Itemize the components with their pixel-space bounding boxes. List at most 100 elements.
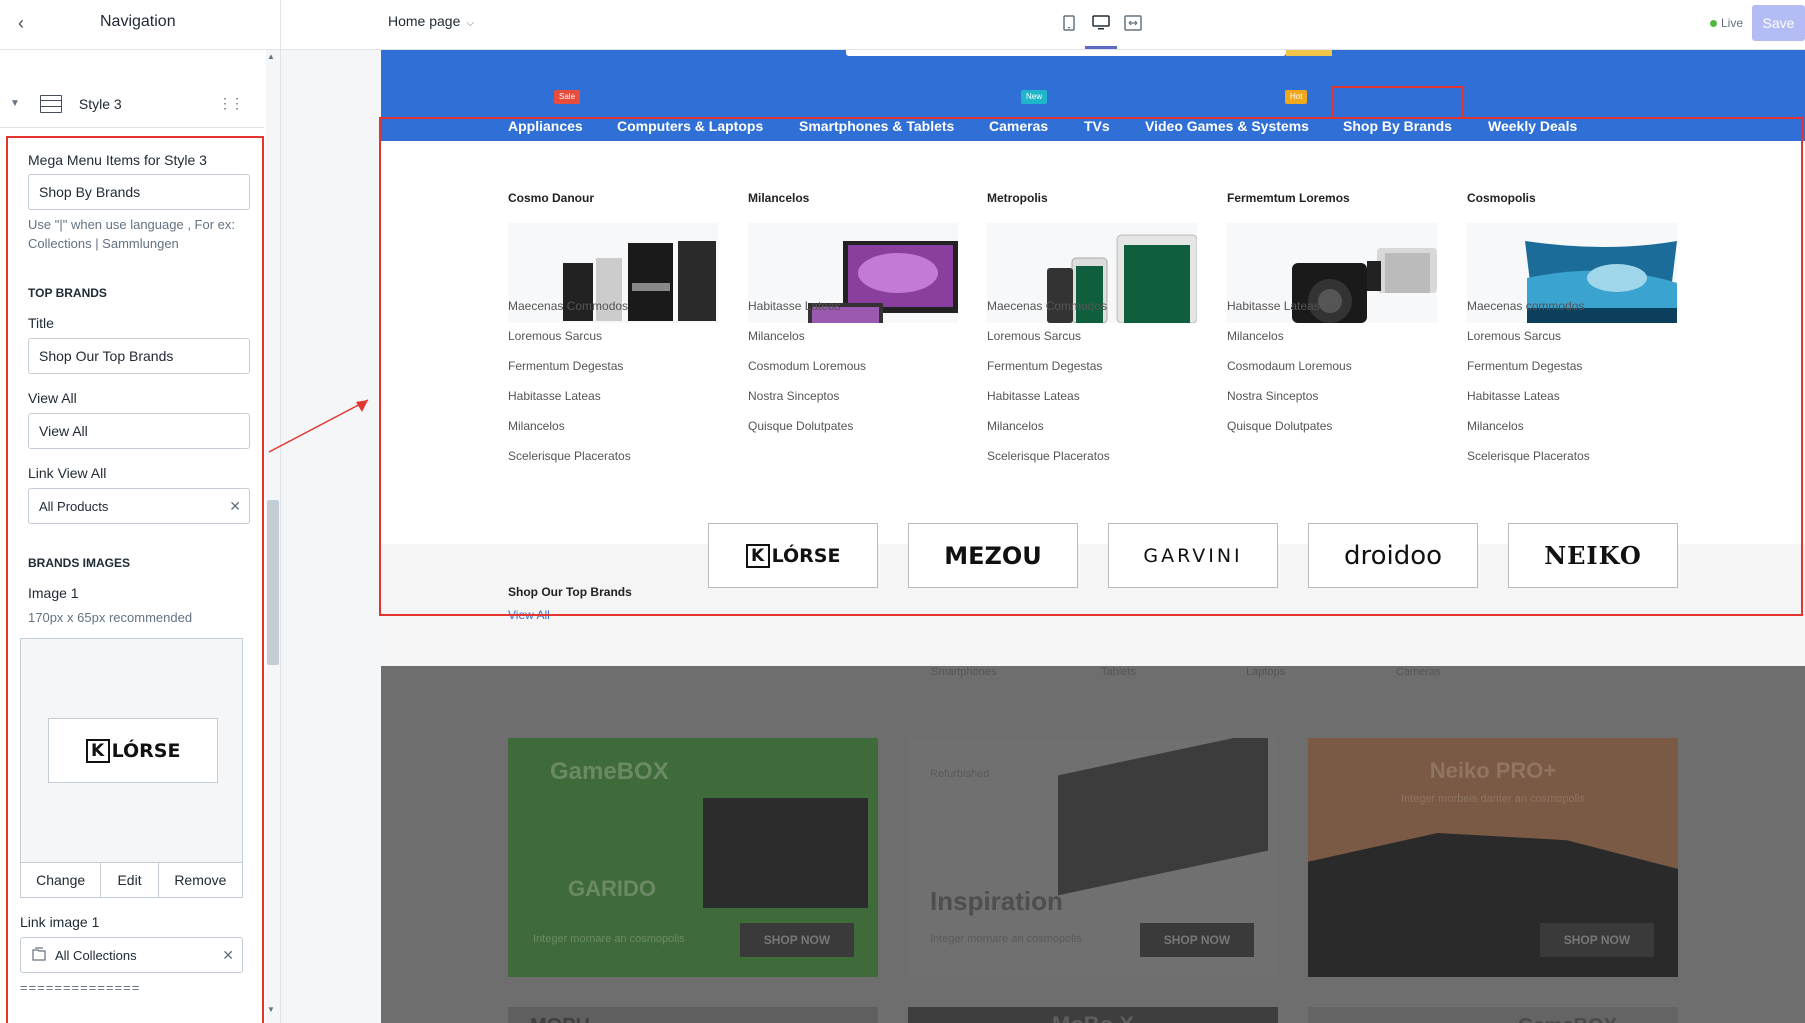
mega-link[interactable]: Milancelos bbox=[1467, 419, 1524, 433]
link-view-all-input[interactable]: All Products ✕ bbox=[28, 488, 250, 524]
nav-video-games[interactable]: Video Games & Systems bbox=[1145, 118, 1309, 134]
mega-link[interactable]: Loremous Sarcus bbox=[508, 329, 602, 343]
nav-smartphones-tablets[interactable]: Smartphones & Tablets bbox=[799, 118, 954, 134]
shop-now-button[interactable]: SHOP NOW bbox=[740, 923, 854, 957]
mega-link[interactable]: Cosmodum Loremous bbox=[748, 359, 866, 373]
mega-link[interactable]: Habitasse Lateas bbox=[1227, 299, 1320, 313]
image1-help: 170px x 65px recommended bbox=[28, 610, 193, 625]
change-image-button[interactable]: Change bbox=[21, 863, 102, 897]
brand-mezou[interactable]: MEZOU bbox=[908, 523, 1078, 588]
scroll-down-icon[interactable]: ▼ bbox=[267, 1005, 275, 1014]
link-image1-input[interactable]: All Collections ✕ bbox=[20, 937, 243, 973]
brand-droidoo-label: droidoo bbox=[1343, 540, 1443, 571]
mega-link[interactable]: Loremous Sarcus bbox=[1467, 329, 1561, 343]
mega-link[interactable]: Milancelos bbox=[987, 419, 1044, 433]
caret-down-icon[interactable]: ▼ bbox=[10, 98, 20, 109]
brands-images-heading: BRANDS IMAGES bbox=[28, 556, 131, 570]
link-image1-value: All Collections bbox=[55, 947, 137, 963]
mega-link[interactable]: Quisque Dolutpates bbox=[1227, 419, 1332, 433]
mega-link[interactable]: Cosmodaum Loremous bbox=[1227, 359, 1352, 373]
annotation-arrow bbox=[268, 399, 369, 453]
mega-link[interactable]: Fermentum Degestas bbox=[987, 359, 1102, 373]
mega-link[interactable]: Maecenas Commodos bbox=[987, 299, 1107, 313]
mega-link[interactable]: Nostra Sinceptos bbox=[748, 389, 839, 403]
edit-image-button[interactable]: Edit bbox=[101, 863, 159, 897]
image1-actions: Change Edit Remove bbox=[20, 862, 243, 898]
mega-link[interactable]: Quisque Dolutpates bbox=[748, 419, 853, 433]
fullscreen-icon[interactable] bbox=[1122, 12, 1144, 34]
collection-icon bbox=[31, 947, 47, 964]
mega-link[interactable]: Habitasse Lateas bbox=[987, 389, 1080, 403]
title-input[interactable]: Shop Our Top Brands bbox=[28, 338, 250, 374]
nav-appliances[interactable]: Appliances bbox=[508, 118, 583, 134]
mega-link[interactable]: Nostra Sinceptos bbox=[1227, 389, 1318, 403]
nav-computers-laptops[interactable]: Computers & Laptops bbox=[617, 118, 763, 134]
mega-link[interactable]: Habitasse Lateas bbox=[1467, 389, 1560, 403]
mega-column-title: Fermemtum Loremos bbox=[1227, 191, 1350, 205]
brand-neiko[interactable]: NEIKO bbox=[1508, 523, 1678, 588]
mega-link[interactable]: Milancelos bbox=[508, 419, 565, 433]
brand-droidoo[interactable]: droidoo bbox=[1308, 523, 1478, 588]
mega-items-input[interactable]: Shop By Brands bbox=[28, 174, 250, 210]
mega-link[interactable]: Scelerisque Placeratos bbox=[508, 449, 631, 463]
mega-link[interactable]: Fermentum Degestas bbox=[508, 359, 623, 373]
chevron-down-icon: ⌵ bbox=[466, 18, 474, 29]
banner-gamebox-2[interactable]: GameBOX bbox=[1308, 1007, 1678, 1023]
banner-inspiration[interactable]: Refurbished Inspiration Integer mornare … bbox=[908, 738, 1278, 977]
view-all-value: View All bbox=[39, 423, 88, 439]
mega-column-title: Cosmopolis bbox=[1467, 191, 1536, 205]
brand-garvini[interactable]: GARVINI bbox=[1108, 523, 1278, 588]
device-active-indicator bbox=[1085, 46, 1117, 49]
mega-link[interactable]: Milancelos bbox=[748, 329, 805, 343]
mega-link[interactable]: Loremous Sarcus bbox=[987, 329, 1081, 343]
nav-cameras[interactable]: Cameras bbox=[989, 118, 1048, 134]
klorse-logo: K LÓRSE bbox=[48, 718, 218, 783]
mega-link[interactable]: Maecenas commodos bbox=[1467, 299, 1584, 313]
nav-tvs[interactable]: TVs bbox=[1084, 118, 1110, 134]
search-button-edge bbox=[1286, 50, 1332, 56]
shop-now-button[interactable]: SHOP NOW bbox=[1540, 923, 1654, 957]
desktop-icon[interactable] bbox=[1090, 12, 1112, 34]
scroll-up-icon[interactable]: ▲ bbox=[267, 52, 275, 61]
clear-icon[interactable]: ✕ bbox=[229, 498, 241, 515]
back-arrow-icon[interactable]: ‹ bbox=[10, 12, 32, 34]
brand-klorse[interactable]: K LÓRSE bbox=[708, 523, 878, 588]
brand-garvini-label: GARVINI bbox=[1143, 544, 1243, 567]
mega-link[interactable]: Scelerisque Placeratos bbox=[987, 449, 1110, 463]
style-block-header[interactable]: ▼ Style 3 ⋮⋮ bbox=[0, 80, 264, 128]
banner-mobo-x[interactable]: MoBo X bbox=[908, 1007, 1278, 1023]
link-image1-label: Link image 1 bbox=[20, 914, 100, 930]
hot-badge: Hot bbox=[1285, 90, 1308, 104]
mega-link[interactable]: Maecenas Commodos bbox=[508, 299, 628, 313]
search-bar-edge bbox=[846, 50, 1286, 56]
shop-now-button[interactable]: SHOP NOW bbox=[1140, 923, 1254, 957]
banner-neiko-pro[interactable]: Neiko PRO+ Integer morbeis danter an cos… bbox=[1308, 738, 1678, 977]
nav-shop-by-brands[interactable]: Shop By Brands bbox=[1343, 118, 1452, 134]
page-selector[interactable]: Home page ⌵ bbox=[388, 13, 474, 29]
drag-handle-icon[interactable]: ⋮⋮ bbox=[218, 95, 244, 112]
clear-icon[interactable]: ✕ bbox=[222, 947, 234, 964]
banner-moph[interactable]: MOPH bbox=[508, 1007, 878, 1023]
banner-gamebox[interactable]: GameBOX GARIDO Integer mornare an cosmop… bbox=[508, 738, 878, 977]
remove-image-button[interactable]: Remove bbox=[159, 863, 242, 897]
category-label: Laptops bbox=[1246, 666, 1286, 678]
mega-link[interactable]: Habitasse Lateas bbox=[748, 299, 841, 313]
view-all-input[interactable]: View All bbox=[28, 413, 250, 449]
view-all-link[interactable]: View All bbox=[508, 608, 550, 622]
title-value: Shop Our Top Brands bbox=[39, 348, 174, 364]
layout-icon bbox=[39, 94, 62, 113]
device-switcher bbox=[1058, 12, 1144, 34]
new-badge: New bbox=[1021, 90, 1048, 104]
save-button[interactable]: Save bbox=[1752, 5, 1805, 41]
mega-link[interactable]: Scelerisque Placeratos bbox=[1467, 449, 1590, 463]
category-label: Cameras bbox=[1396, 666, 1441, 678]
scrollbar-thumb[interactable] bbox=[267, 500, 279, 665]
mega-link[interactable]: Milancelos bbox=[1227, 329, 1284, 343]
store-header-strip bbox=[381, 50, 1805, 78]
image1-preview[interactable]: K LÓRSE bbox=[20, 638, 243, 862]
mobile-icon[interactable] bbox=[1058, 12, 1080, 34]
mega-link[interactable]: Habitasse Lateas bbox=[508, 389, 601, 403]
mega-column-title: Cosmo Danour bbox=[508, 191, 595, 205]
nav-weekly-deals[interactable]: Weekly Deals bbox=[1488, 118, 1577, 134]
mega-link[interactable]: Fermentum Degestas bbox=[1467, 359, 1582, 373]
